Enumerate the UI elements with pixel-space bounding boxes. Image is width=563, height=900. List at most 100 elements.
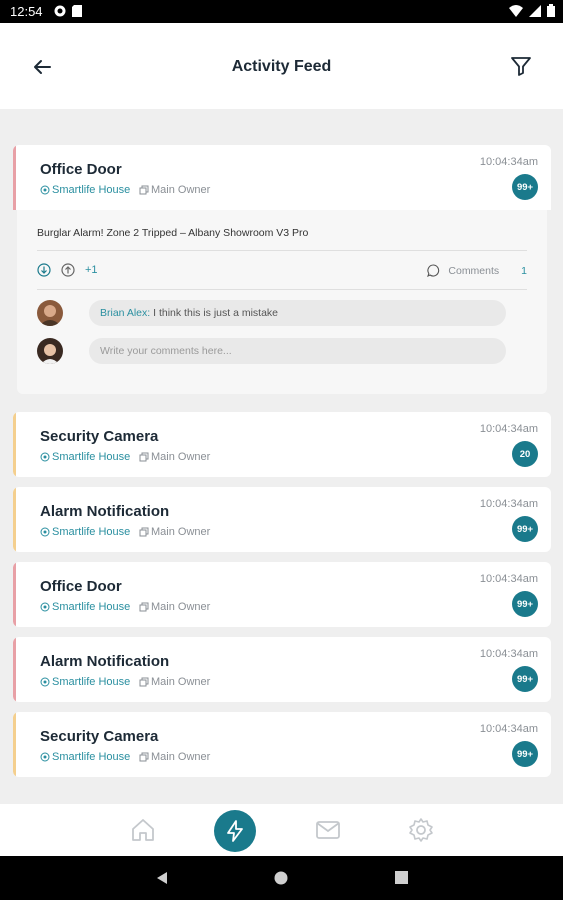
owner-name: Main Owner xyxy=(151,451,211,463)
filter-icon[interactable] xyxy=(509,54,533,78)
copy-icon xyxy=(139,452,149,462)
count-badge: 20 xyxy=(512,441,538,467)
comments-label: Comments xyxy=(448,264,500,277)
activity-title: Alarm Notification xyxy=(40,653,170,670)
owner-name: Main Owner xyxy=(151,601,211,613)
activity-tab[interactable] xyxy=(214,810,256,852)
wifi-icon xyxy=(509,4,523,17)
settings-icon[interactable] xyxy=(407,816,435,844)
activity-card[interactable]: Security Camera Smartlife House Main Own… xyxy=(13,712,551,777)
location-label: Smartlife House xyxy=(40,751,130,763)
signal-icon xyxy=(529,4,541,17)
owner-label: Main Owner xyxy=(139,601,210,613)
copy-icon xyxy=(139,677,149,687)
status-time: 12:54 xyxy=(10,4,43,19)
owner-name: Main Owner xyxy=(151,676,211,688)
activity-message: Burglar Alarm! Zone 2 Tripped – Albany S… xyxy=(37,227,309,239)
activity-card[interactable]: Alarm Notification Smartlife House Main … xyxy=(13,487,551,552)
comment-icon xyxy=(427,264,440,277)
activity-timestamp: 10:04:34am xyxy=(479,648,538,660)
activity-timestamp: 10:04:34am xyxy=(479,498,538,510)
activity-timestamp: 10:04:34am xyxy=(479,156,538,168)
avatar xyxy=(37,338,63,364)
download-icon[interactable] xyxy=(37,263,51,277)
activity-card[interactable]: Office Door Smartlife House Main Owner 1… xyxy=(13,562,551,627)
location-pin-icon xyxy=(40,185,50,195)
divider xyxy=(37,250,527,251)
count-badge: 99+ xyxy=(512,516,538,542)
owner-label: Main Owner xyxy=(139,751,210,763)
copy-icon xyxy=(139,602,149,612)
comment-bubble: Brian Alex: I think this is just a mista… xyxy=(89,300,506,326)
location-pin-icon xyxy=(40,602,50,612)
location-name: Smartlife House xyxy=(52,526,131,538)
owner-name: Main Owner xyxy=(151,526,211,538)
activity-title: Security Camera xyxy=(40,428,159,445)
battery-icon xyxy=(547,4,555,17)
location-name: Smartlife House xyxy=(52,751,131,763)
copy-icon xyxy=(139,752,149,762)
owner-label: Main Owner xyxy=(139,451,210,463)
comment-text: I think this is just a mistake xyxy=(153,307,279,319)
location-name: Smartlife House xyxy=(52,184,131,196)
count-badge: 99+ xyxy=(512,741,538,767)
location-pin-icon xyxy=(40,452,50,462)
copy-icon xyxy=(139,185,149,195)
card-accent-bar xyxy=(13,487,16,552)
expanded-activity-detail: Burglar Alarm! Zone 2 Tripped – Albany S… xyxy=(17,210,547,394)
activity-timestamp: 10:04:34am xyxy=(479,573,538,585)
page-title: Activity Feed xyxy=(231,58,332,75)
app-bar: Activity Feed xyxy=(0,23,563,109)
activity-card[interactable]: Alarm Notification Smartlife House Main … xyxy=(13,637,551,702)
card-accent-bar xyxy=(13,637,16,702)
count-badge: 99+ xyxy=(512,666,538,692)
location-pin-icon xyxy=(40,527,50,537)
location-pin-icon xyxy=(40,677,50,687)
extra-count: +1 xyxy=(85,264,98,276)
card-accent-bar xyxy=(13,712,16,777)
comments-toggle[interactable]: Comments 1 xyxy=(427,264,527,277)
activity-card[interactable]: Office Door Smartlife House Main Owner 1… xyxy=(13,145,551,210)
location-name: Smartlife House xyxy=(52,676,131,688)
activity-icon xyxy=(227,820,243,842)
copy-icon xyxy=(139,527,149,537)
mail-icon[interactable] xyxy=(314,816,342,844)
system-navigation-bar xyxy=(0,856,563,900)
card-accent-bar xyxy=(13,562,16,627)
card-accent-bar xyxy=(13,412,16,477)
notification-icon xyxy=(54,5,66,17)
owner-name: Main Owner xyxy=(151,751,211,763)
reaction-actions: +1 xyxy=(37,263,98,277)
location-label: Smartlife House xyxy=(40,601,130,613)
location-pin-icon xyxy=(40,752,50,762)
owner-label: Main Owner xyxy=(139,526,210,538)
count-badge: 99+ xyxy=(512,174,538,200)
activity-timestamp: 10:04:34am xyxy=(479,423,538,435)
count-badge: 99+ xyxy=(512,591,538,617)
location-label: Smartlife House xyxy=(40,451,130,463)
location-label: Smartlife House xyxy=(40,184,130,196)
location-name: Smartlife House xyxy=(52,451,131,463)
activity-timestamp: 10:04:34am xyxy=(479,723,538,735)
activity-title: Security Camera xyxy=(40,728,159,745)
divider xyxy=(37,289,527,290)
location-label: Smartlife House xyxy=(40,676,130,688)
location-label: Smartlife House xyxy=(40,526,130,538)
home-icon[interactable] xyxy=(129,816,157,844)
avatar xyxy=(37,300,63,326)
owner-label: Main Owner xyxy=(139,676,210,688)
system-back-icon[interactable] xyxy=(155,871,169,885)
comments-count: 1 xyxy=(521,264,527,277)
owner-label: Main Owner xyxy=(139,184,210,196)
system-home-icon[interactable] xyxy=(274,871,288,885)
comment-author: Brian Alex: xyxy=(100,307,151,319)
activity-card[interactable]: Security Camera Smartlife House Main Own… xyxy=(13,412,551,477)
system-recents-icon[interactable] xyxy=(395,871,408,884)
sd-card-icon xyxy=(72,5,82,17)
upload-icon[interactable] xyxy=(61,263,75,277)
owner-name: Main Owner xyxy=(151,184,211,196)
activity-title: Office Door xyxy=(40,161,122,178)
card-accent-bar xyxy=(13,145,16,210)
status-bar: 12:54 xyxy=(0,0,563,23)
comment-input[interactable]: Write your comments here... xyxy=(89,338,506,364)
